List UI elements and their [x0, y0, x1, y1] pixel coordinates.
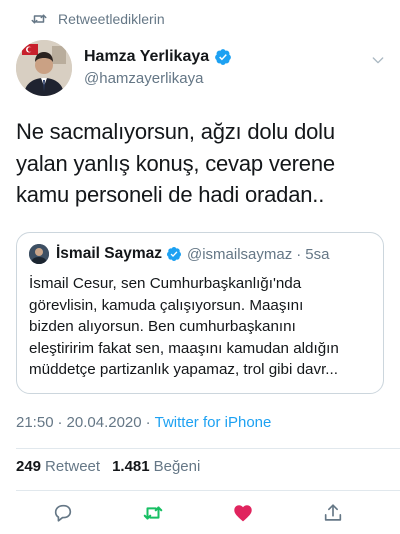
- quoted-text-line: müddetçe partizanlık yapamaz, trol gibi …: [29, 361, 338, 379]
- quoted-text-line: İsmail Cesur, sen Cumhurbaşkanlığı'nda: [29, 275, 302, 292]
- avatar[interactable]: [16, 40, 72, 96]
- quoted-separator: ·: [296, 245, 302, 263]
- retweet-count[interactable]: 249: [16, 458, 41, 475]
- quoted-timestamp: 5sa: [305, 245, 330, 263]
- quoted-author-name: İsmail Saymaz: [56, 245, 162, 262]
- verified-badge-icon: [166, 247, 181, 261]
- tweet-stats: 249 Retweet 1.481 Beğeni: [16, 458, 212, 475]
- like-count-label[interactable]: Beğeni: [154, 458, 201, 475]
- tweet-actions: [0, 498, 400, 528]
- quoted-text-line: görevlisin, kamuda çalışıyorsun. Maaşını: [29, 296, 304, 314]
- meta-separator: ·: [145, 414, 151, 431]
- retweet-icon: [143, 506, 163, 520]
- verified-badge-icon: [215, 49, 232, 65]
- tweet-text: Ne sacmalıyorsun, ağzı dolu dolu yalan y…: [16, 116, 388, 211]
- tweet-meta: 21:50 · 20.04.2020 · Twitter for iPhone: [16, 414, 271, 431]
- quoted-tweet-header: İsmail Saymaz @ismailsaymaz · 5sa: [29, 243, 371, 265]
- like-button[interactable]: [230, 500, 256, 526]
- meta-separator: ·: [57, 414, 63, 431]
- heart-icon: [234, 505, 252, 522]
- like-count[interactable]: 1.481: [112, 458, 150, 475]
- author-name[interactable]: Hamza Yerlikaya: [84, 48, 209, 66]
- retweet-banner: Retweetlediklerin: [30, 8, 165, 30]
- tweet-time: 21:50: [16, 414, 54, 431]
- tweet-date: 20.04.2020: [66, 414, 142, 431]
- share-icon: [324, 504, 342, 521]
- share-button[interactable]: [320, 500, 346, 526]
- retweet-banner-label: Retweetlediklerin: [58, 11, 165, 27]
- quoted-tweet[interactable]: İsmail Saymaz @ismailsaymaz · 5sa İsmail…: [16, 232, 384, 394]
- quoted-tweet-text: İsmail Cesur, sen Cumhurbaşkanlığı'nda g…: [29, 273, 371, 381]
- tweet-text-line: Ne sacmalıyorsun, ağzı dolu dolu: [16, 119, 335, 144]
- retweet-count-label[interactable]: Retweet: [45, 458, 100, 475]
- quoted-text-line: bizden alıyorsun. Ben cumhurbaşkanını: [29, 318, 296, 336]
- retweet-button[interactable]: [140, 500, 166, 526]
- chevron-down-icon[interactable]: [370, 52, 386, 68]
- author-block[interactable]: Hamza Yerlikaya @hamzayerlikaya: [84, 46, 232, 87]
- tweet-text-line: yalan yanlış konuş, cevap verene: [16, 150, 335, 176]
- divider: [16, 490, 400, 491]
- retweet-icon: [31, 14, 47, 24]
- quoted-text-line: eleştiririm fakat sen, maaşını kamudan a…: [29, 339, 339, 357]
- divider: [16, 448, 400, 449]
- tweet-text-line: kamu personeli de hadi oradan..: [16, 182, 325, 207]
- quoted-author-handle: @ismailsaymaz: [186, 245, 293, 263]
- author-handle: @hamzayerlikaya: [84, 70, 204, 87]
- reply-button[interactable]: [50, 500, 76, 526]
- tweet-client-link[interactable]: Twitter for iPhone: [155, 414, 272, 431]
- quoted-avatar: [29, 244, 49, 264]
- reply-icon: [54, 504, 72, 522]
